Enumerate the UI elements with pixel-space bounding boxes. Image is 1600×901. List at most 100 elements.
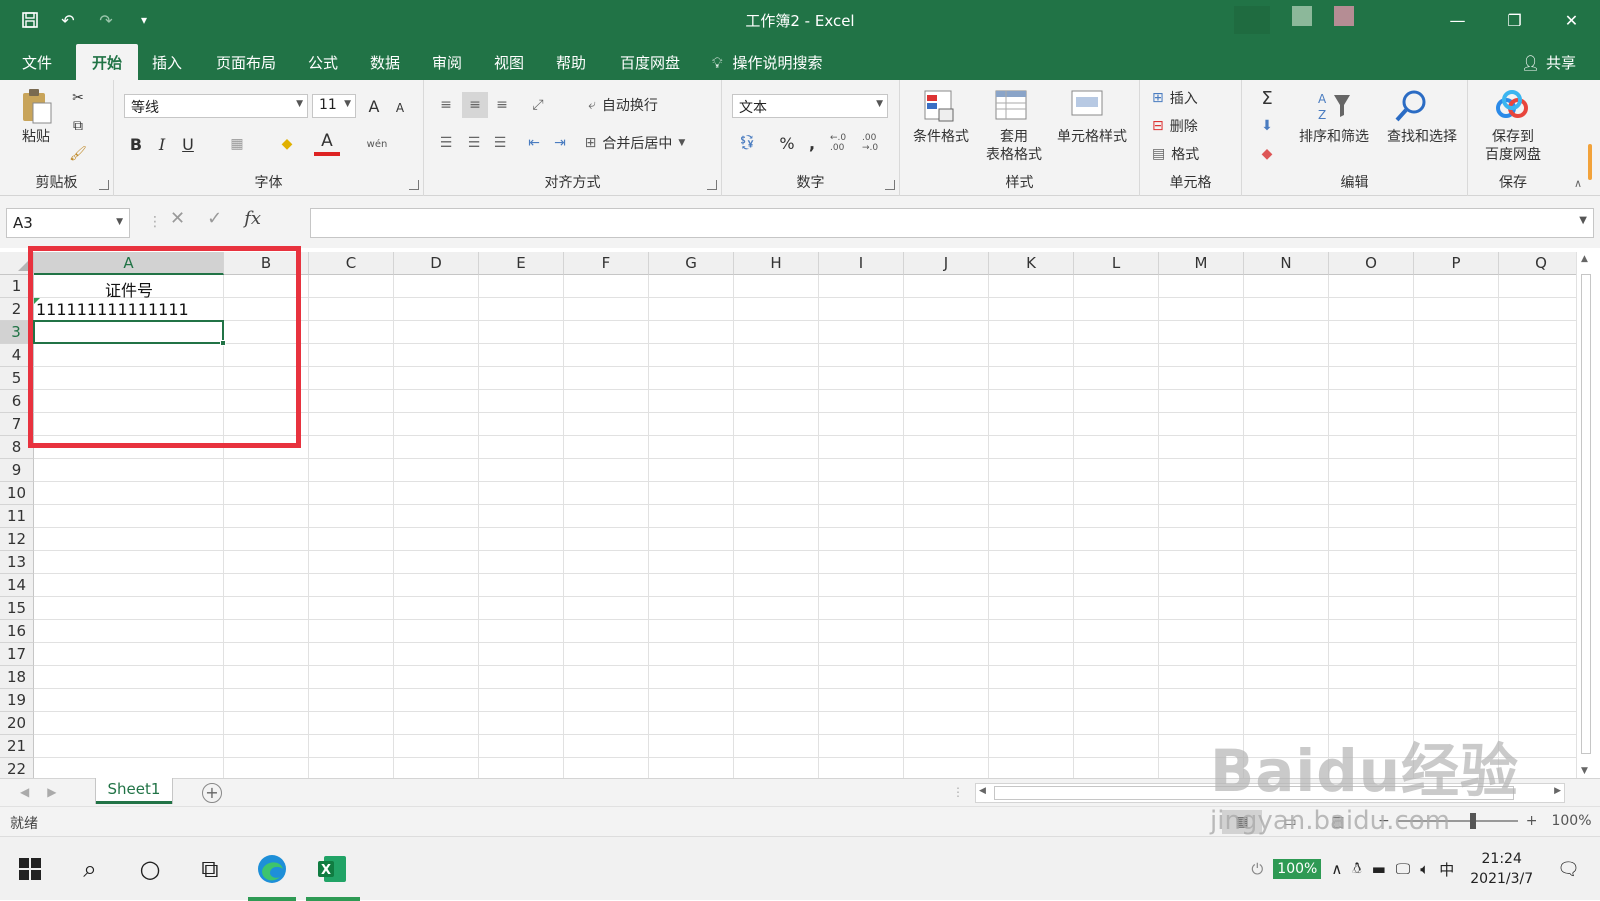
tab-help[interactable]: 帮助: [540, 44, 602, 80]
decrease-decimal-icon[interactable]: .00 →.0: [862, 132, 890, 154]
name-box[interactable]: A3 ▼: [6, 208, 130, 238]
fill-icon[interactable]: ⬇: [1252, 114, 1282, 138]
increase-decimal-icon[interactable]: ←.0 .00: [830, 132, 858, 154]
font-color-icon[interactable]: A: [314, 130, 340, 156]
ime-indicator[interactable]: 中: [1439, 859, 1454, 880]
vertical-scrollbar[interactable]: ▲ ▼: [1576, 252, 1594, 778]
expand-formula-icon[interactable]: ▼: [1579, 215, 1587, 226]
dialog-launcher-icon[interactable]: [885, 180, 895, 190]
column-header-h[interactable]: H: [734, 252, 819, 275]
conditional-format-label[interactable]: 条件格式: [906, 128, 976, 146]
collapse-ribbon-icon[interactable]: ∧: [1568, 174, 1588, 192]
cell-styles-label[interactable]: 单元格样式: [1050, 128, 1134, 146]
column-header-l[interactable]: L: [1074, 252, 1159, 275]
row-header-11[interactable]: 11: [0, 505, 34, 528]
underline-button[interactable]: U: [176, 132, 200, 156]
sheet-next-icon[interactable]: ▶: [47, 785, 56, 799]
share-button[interactable]: 👤︎ 共享: [1521, 52, 1576, 73]
align-top-icon[interactable]: ≡: [434, 94, 458, 116]
cortana-icon[interactable]: ○: [130, 849, 170, 889]
format-as-table-label[interactable]: 套用 表格格式: [978, 128, 1050, 164]
scroll-left-icon[interactable]: ◀: [979, 786, 986, 796]
qq-icon[interactable]: 🐧︎: [1352, 859, 1361, 879]
format-cells-button[interactable]: ▤ 格式: [1152, 142, 1232, 166]
column-header-e[interactable]: E: [479, 252, 564, 275]
split-grip-icon[interactable]: ⋮: [952, 785, 964, 799]
edge-browser-icon[interactable]: [252, 849, 292, 889]
column-header-k[interactable]: K: [989, 252, 1074, 275]
align-bottom-icon[interactable]: ≡: [490, 94, 514, 116]
borders-icon[interactable]: ▦: [224, 132, 250, 156]
increase-indent-icon[interactable]: ⇥: [548, 132, 572, 154]
find-select-label[interactable]: 查找和选择: [1378, 128, 1466, 146]
dialog-launcher-icon[interactable]: [707, 180, 717, 190]
task-view-icon[interactable]: ⧉: [190, 849, 230, 889]
tell-me-search[interactable]: 💡︎ 操作说明搜索: [712, 52, 823, 73]
battery-icon[interactable]: ▬: [1372, 860, 1386, 878]
find-select-icon[interactable]: [1392, 86, 1432, 126]
paste-label[interactable]: 粘贴: [14, 128, 58, 146]
clock[interactable]: 21:24 2021/3/7: [1470, 849, 1533, 889]
currency-icon[interactable]: 💱︎: [732, 132, 762, 154]
percent-button[interactable]: %: [776, 132, 798, 154]
tab-file[interactable]: 文件: [6, 44, 68, 80]
formula-input[interactable]: ▼: [310, 208, 1594, 238]
paste-icon[interactable]: [16, 86, 56, 126]
column-header-g[interactable]: G: [649, 252, 734, 275]
tab-formulas[interactable]: 公式: [292, 44, 354, 80]
row-header-18[interactable]: 18: [0, 666, 34, 689]
redo-icon[interactable]: ↷: [94, 8, 118, 32]
enter-icon[interactable]: ✓: [207, 208, 222, 229]
cancel-icon[interactable]: ✕: [170, 208, 185, 229]
format-painter-icon[interactable]: 🖌︎: [66, 142, 90, 166]
column-header-j[interactable]: J: [904, 252, 989, 275]
column-header-p[interactable]: P: [1414, 252, 1499, 275]
cell-styles-icon[interactable]: [1068, 86, 1108, 126]
row-header-16[interactable]: 16: [0, 620, 34, 643]
column-header-f[interactable]: F: [564, 252, 649, 275]
font-size-select[interactable]: 11 ▼: [312, 94, 356, 118]
fill-color-icon[interactable]: ◆: [274, 132, 300, 156]
row-header-15[interactable]: 15: [0, 597, 34, 620]
column-header-m[interactable]: M: [1159, 252, 1244, 275]
notification-icon[interactable]: 🗨︎: [1557, 859, 1580, 880]
row-header-17[interactable]: 17: [0, 643, 34, 666]
tab-data[interactable]: 数据: [354, 44, 416, 80]
row-header-21[interactable]: 21: [0, 735, 34, 758]
column-header-o[interactable]: O: [1329, 252, 1414, 275]
scroll-thumb[interactable]: [1581, 274, 1591, 754]
baidu-netdisk-icon[interactable]: [1492, 86, 1532, 126]
row-header-13[interactable]: 13: [0, 551, 34, 574]
italic-button[interactable]: I: [150, 132, 174, 156]
delete-cells-button[interactable]: ⊟ 删除: [1152, 114, 1232, 138]
scroll-up-icon[interactable]: ▲: [1581, 254, 1588, 264]
search-icon[interactable]: ⌕: [70, 849, 110, 889]
decrease-font-icon[interactable]: A: [388, 96, 412, 120]
wrap-text-button[interactable]: ⤶ 自动换行: [578, 94, 668, 116]
number-format-select[interactable]: 文本 ▼: [732, 94, 888, 118]
customize-qat-icon[interactable]: ▾: [132, 8, 156, 32]
merge-center-button[interactable]: ⊞ 合并后居中 ▼: [576, 132, 694, 154]
sort-filter-icon[interactable]: AZ: [1314, 86, 1354, 126]
tab-baidu-netdisk[interactable]: 百度网盘: [604, 44, 696, 80]
format-as-table-icon[interactable]: [992, 86, 1032, 126]
dialog-launcher-icon[interactable]: [99, 180, 109, 190]
save-to-netdisk-label[interactable]: 保存到 百度网盘: [1472, 128, 1554, 164]
scroll-down-icon[interactable]: ▼: [1581, 766, 1588, 776]
column-header-d[interactable]: D: [394, 252, 479, 275]
sheet-prev-icon[interactable]: ◀: [20, 785, 29, 799]
cut-icon[interactable]: ✂: [66, 86, 90, 110]
row-header-9[interactable]: 9: [0, 459, 34, 482]
zoom-knob[interactable]: [1469, 813, 1476, 829]
tab-home[interactable]: 开始: [76, 44, 139, 80]
decrease-indent-icon[interactable]: ⇤: [522, 132, 546, 154]
column-header-q[interactable]: Q: [1499, 252, 1584, 275]
plug-icon[interactable]: ⏻︎: [1251, 860, 1263, 878]
orientation-icon[interactable]: ⤢: [524, 94, 552, 116]
column-header-i[interactable]: I: [819, 252, 904, 275]
increase-font-icon[interactable]: A: [362, 94, 386, 118]
align-left-icon[interactable]: ☰: [434, 132, 458, 154]
row-header-10[interactable]: 10: [0, 482, 34, 505]
align-center-icon[interactable]: ☰: [462, 132, 486, 154]
add-sheet-button[interactable]: +: [202, 783, 222, 803]
